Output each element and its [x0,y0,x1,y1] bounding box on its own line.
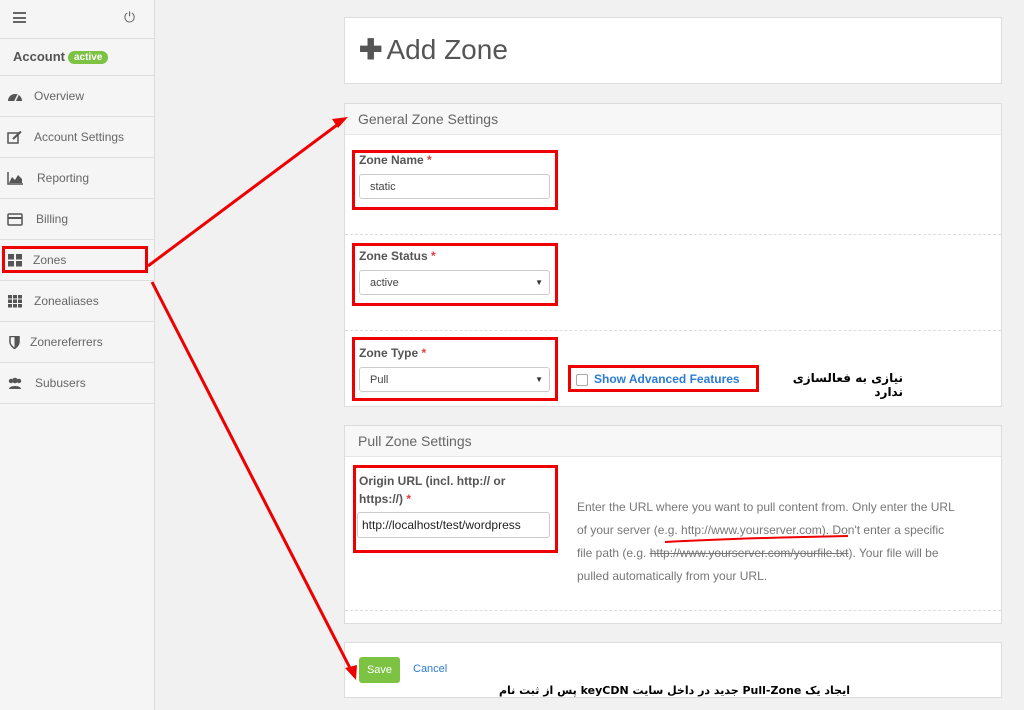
annotation-arrows [147,117,849,680]
arrow-to-general-settings [147,123,338,268]
arrow-to-save [150,281,352,669]
example-url-underline [664,535,849,543]
arrow-head [345,665,357,680]
